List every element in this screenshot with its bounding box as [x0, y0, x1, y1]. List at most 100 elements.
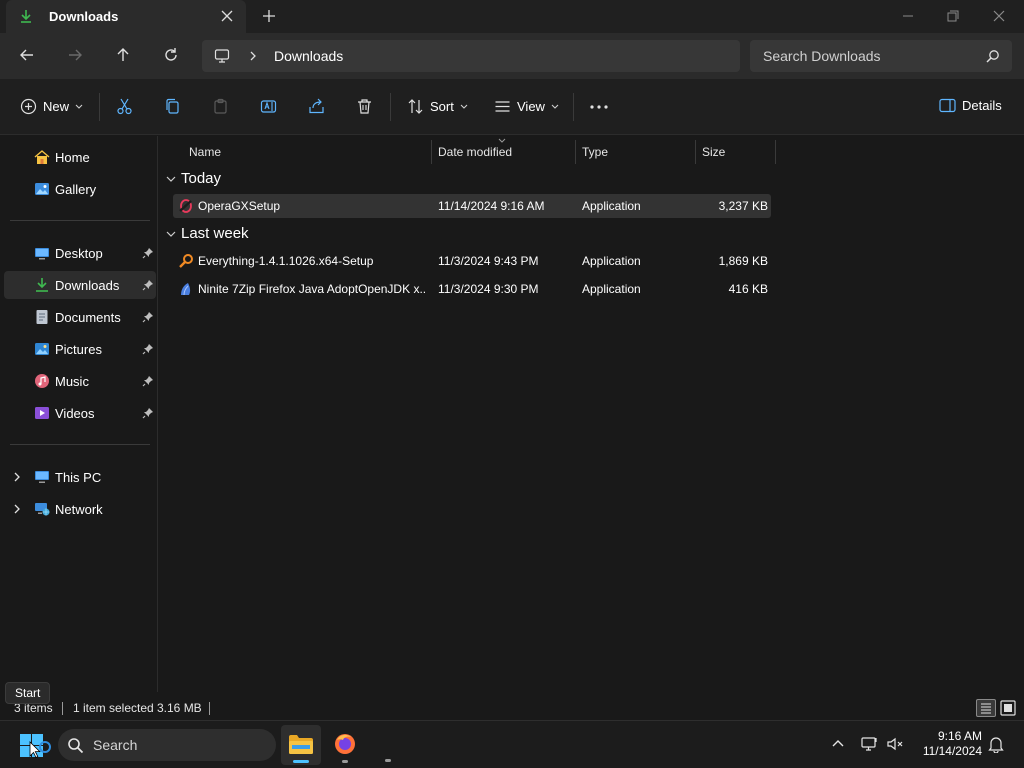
sidebar-item-network[interactable]: Network	[4, 495, 156, 523]
forward-arrow-icon[interactable]	[67, 47, 83, 63]
refresh-icon[interactable]	[163, 47, 179, 63]
status-bar: 3 items 1 item selected 3.16 MB	[0, 697, 1024, 719]
copy-icon[interactable]	[164, 98, 181, 115]
up-arrow-icon[interactable]	[115, 47, 131, 63]
details-pane-icon	[939, 98, 956, 113]
chevron-right-icon[interactable]	[248, 50, 258, 62]
file-row-ninite-installer[interactable]: Ninite 7Zip Firefox Java AdoptOpenJDK x.…	[173, 277, 771, 301]
sidebar-item-videos[interactable]: Videos	[4, 399, 156, 427]
sidebar-item-label: Videos	[55, 406, 95, 421]
active-indicator	[293, 760, 309, 763]
divider	[10, 444, 150, 445]
file-explorer-app[interactable]	[281, 725, 321, 765]
sidebar-item-home[interactable]: Home	[4, 143, 156, 171]
minimize-icon[interactable]	[900, 8, 916, 24]
search-box[interactable]: Search Downloads	[750, 40, 1012, 72]
search-icon[interactable]	[986, 49, 1000, 63]
close-tab-icon[interactable]	[220, 9, 234, 23]
group-header-last-week[interactable]: Last week	[165, 225, 249, 242]
file-row-everything-setup[interactable]: Everything-1.4.1.1026.x64-Setup 11/3/202…	[173, 249, 771, 273]
column-separator[interactable]	[775, 140, 776, 164]
search-input[interactable]: Search Downloads	[763, 48, 881, 64]
column-header-type[interactable]: Type	[576, 140, 695, 164]
file-type: Application	[582, 199, 641, 213]
breadcrumb[interactable]: Downloads	[274, 48, 343, 64]
windows-start-icon[interactable]	[18, 732, 52, 760]
sidebar-item-gallery[interactable]: Gallery	[4, 175, 156, 203]
sidebar-item-label: Gallery	[55, 182, 97, 197]
sidebar-item-downloads[interactable]: Downloads	[4, 271, 156, 299]
videos-icon	[34, 405, 50, 421]
sidebar-item-documents[interactable]: Documents	[4, 303, 156, 331]
file-row-operagxsetup[interactable]: OperaGXSetup 11/14/2024 9:16 AM Applicat…	[173, 194, 771, 218]
sidebar-item-label: Home	[55, 150, 90, 165]
gallery-icon	[34, 181, 50, 197]
column-header-date[interactable]: Date modified	[432, 138, 575, 164]
pin-icon[interactable]	[142, 311, 154, 323]
firefox-icon	[333, 732, 357, 756]
pin-icon[interactable]	[142, 279, 154, 291]
details-view-toggle-icon[interactable]	[976, 699, 996, 717]
pin-icon[interactable]	[142, 343, 154, 355]
chevron-right-icon[interactable]	[12, 471, 22, 483]
sidebar-item-music[interactable]: Music	[4, 367, 156, 395]
pin-icon[interactable]	[142, 247, 154, 259]
new-tab-icon[interactable]	[262, 9, 276, 23]
everything-search-icon	[178, 253, 194, 269]
downloads-icon	[18, 8, 34, 24]
close-window-icon[interactable]	[991, 8, 1007, 24]
view-label: View	[517, 99, 545, 114]
group-header-today[interactable]: Today	[165, 170, 221, 187]
details-button[interactable]: Details	[939, 98, 1002, 113]
pin-icon[interactable]	[142, 375, 154, 387]
share-icon[interactable]	[308, 98, 325, 115]
chevron-down-icon	[165, 174, 177, 184]
paste-icon[interactable]	[212, 98, 229, 115]
notifications-bell-icon[interactable]	[988, 736, 1004, 753]
sidebar-item-this-pc[interactable]: This PC	[4, 463, 156, 491]
restore-icon[interactable]	[945, 8, 961, 24]
chevron-up-icon[interactable]	[831, 738, 845, 748]
delete-icon[interactable]	[356, 98, 373, 115]
group-label: Today	[181, 170, 222, 187]
address-bar[interactable]: Downloads	[202, 40, 740, 72]
network-icon	[34, 501, 50, 517]
sort-button[interactable]: Sort	[407, 98, 468, 115]
rename-icon[interactable]	[260, 98, 277, 115]
network-status-icon[interactable]	[861, 736, 879, 752]
clock-time: 9:16 AM	[937, 729, 982, 743]
sidebar-item-label: Music	[55, 374, 89, 389]
column-header-size[interactable]: Size	[696, 140, 775, 164]
tiles-view-toggle-icon[interactable]	[1000, 700, 1016, 716]
sort-label: Sort	[430, 99, 454, 114]
column-header-name[interactable]: Name	[183, 140, 431, 164]
sidebar-item-desktop[interactable]: Desktop	[4, 239, 156, 267]
back-arrow-icon[interactable]	[19, 47, 35, 63]
file-type: Application	[582, 254, 641, 268]
system-clock[interactable]: 9:16 AM 11/14/2024	[914, 729, 982, 759]
firefox-app[interactable]	[325, 725, 365, 765]
column-type-label: Type	[582, 145, 609, 159]
tab-downloads[interactable]: Downloads	[6, 0, 246, 33]
file-list: Name Date modified Type Size Today Opera…	[159, 136, 1024, 692]
downloads-icon	[34, 277, 50, 293]
taskbar: Search 9:16 AM 11/14/2024	[0, 720, 1024, 768]
new-button[interactable]: New	[20, 98, 83, 115]
sidebar-item-pictures[interactable]: Pictures	[4, 335, 156, 363]
divider	[10, 220, 150, 221]
pin-icon[interactable]	[142, 407, 154, 419]
details-label: Details	[962, 98, 1002, 113]
start-tooltip: Start	[5, 682, 51, 704]
documents-icon	[34, 309, 50, 325]
more-options-icon[interactable]	[590, 105, 608, 109]
column-date-label: Date modified	[438, 145, 513, 159]
cut-icon[interactable]	[116, 98, 133, 115]
file-date: 11/14/2024 9:16 AM	[438, 199, 545, 213]
chevron-right-icon[interactable]	[12, 503, 22, 515]
taskbar-search[interactable]: Search	[58, 729, 276, 761]
file-type: Application	[582, 282, 641, 296]
status-divider	[62, 702, 63, 715]
view-list-icon	[494, 98, 511, 115]
volume-muted-icon[interactable]	[886, 736, 904, 752]
view-button[interactable]: View	[494, 98, 559, 115]
